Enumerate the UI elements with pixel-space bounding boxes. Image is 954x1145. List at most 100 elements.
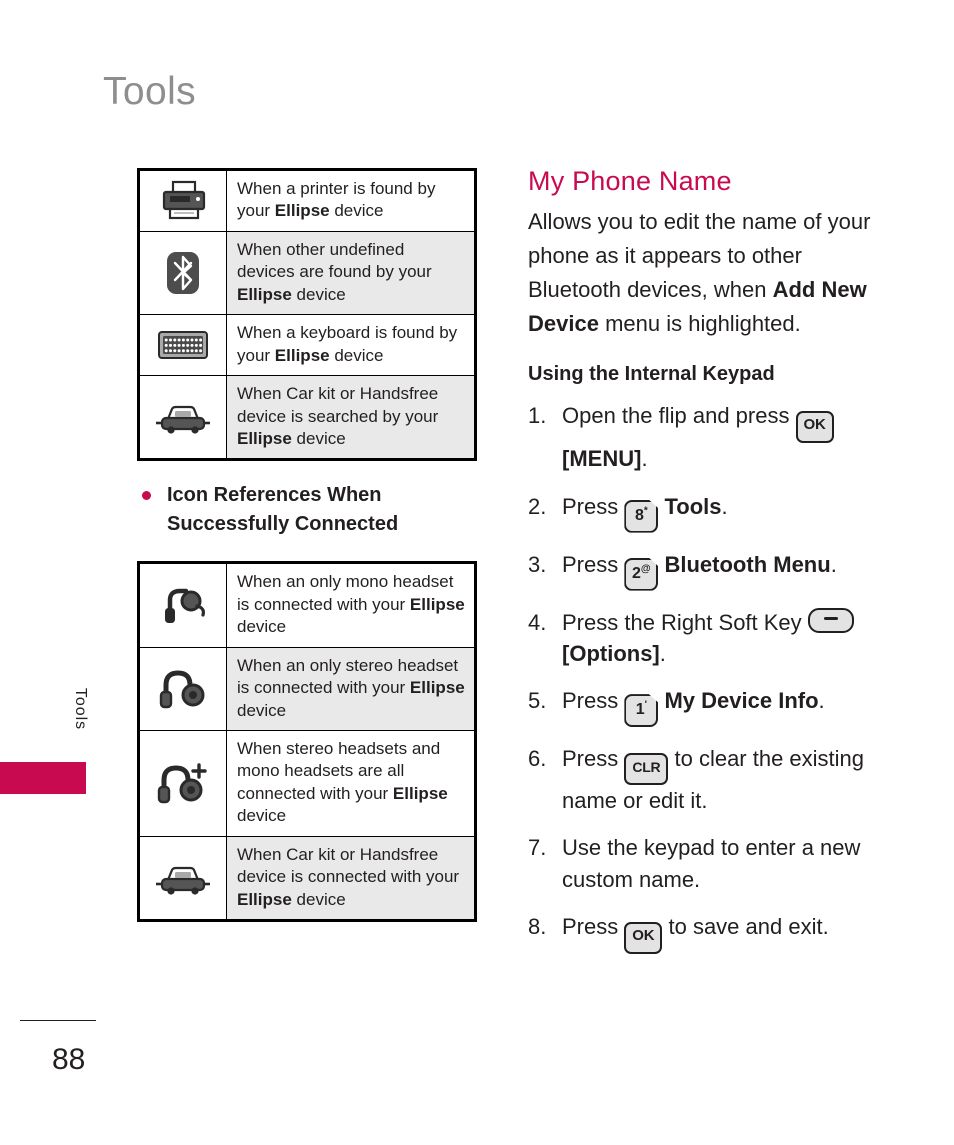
left-column: When a printer is found by your Ellipse … — [137, 168, 477, 923]
right-soft-key-icon — [807, 607, 854, 633]
step-number: 5. — [528, 688, 547, 714]
description-suffix: device — [237, 700, 287, 720]
table-cell-description: When stereo headsets and mono headsets a… — [226, 730, 476, 837]
clr-key-icon: CLR — [624, 753, 669, 786]
bluetooth-connected-icon-table: When an only mono headset is connected w… — [137, 561, 477, 923]
device-name-bold: Ellipse — [409, 594, 465, 614]
ok-key-icon: OK — [795, 411, 834, 444]
connected-table-wrap: When an only mono headset is connected w… — [137, 561, 477, 923]
section-intro-paragraph: Allows you to edit the name of your phon… — [528, 205, 878, 341]
step-number: 4. — [528, 609, 547, 635]
device-name-bold: Ellipse — [392, 783, 448, 803]
soft-key-dash-icon — [823, 616, 838, 620]
step-item-3: 3. Press 2@ Bluetooth Menu. — [528, 549, 878, 591]
side-tab-accent-block — [0, 762, 86, 794]
table-cell-description: When an only stereo headset is connected… — [226, 646, 476, 732]
step-number: 1. — [528, 403, 547, 429]
step-text-before-key: Use the keypad to enter a new custom nam… — [562, 835, 861, 892]
step-text-before-key: Open the flip and press — [562, 403, 796, 429]
description-prefix: When Car kit or Handsfree device is sear… — [237, 384, 439, 426]
step-number: 3. — [528, 551, 547, 577]
description-prefix: When Car kit or Handsfree device is conn… — [237, 844, 460, 887]
printer-icon — [138, 169, 227, 232]
step-text-after-key: . — [659, 640, 666, 666]
step-emphasis: Tools — [664, 493, 722, 519]
mono-headset-icon — [138, 562, 227, 648]
key-secondary-symbol: * — [643, 505, 648, 517]
step-number: 2. — [528, 493, 547, 519]
section-subheading: Using the Internal Keypad — [528, 363, 775, 386]
keyboard-icon — [138, 314, 227, 377]
device-name-bold: Ellipse — [237, 889, 292, 909]
step-text-before-key: Press — [562, 688, 625, 714]
step-item-6: 6. Press CLR to clear the existing name o… — [528, 743, 878, 816]
car-icon — [138, 835, 227, 922]
step-emphasis: [Options] — [562, 640, 660, 666]
page-title: Tools — [103, 70, 197, 113]
device-name-bold: Ellipse — [274, 201, 330, 221]
step-text-after-key: . — [830, 551, 837, 577]
bluetooth-found-icon-table: When a printer is found by your Ellipse … — [137, 168, 477, 462]
footer-divider — [20, 1020, 96, 1021]
table-row: When a keyboard is found by your Ellipse… — [138, 314, 476, 377]
device-name-bold: Ellipse — [409, 678, 465, 698]
step-text-before-key: Press the Right Soft Key — [562, 609, 808, 635]
table-cell-description: When Car kit or Handsfree device is sear… — [226, 375, 476, 461]
key-8-icon: 8* — [624, 499, 659, 533]
step-emphasis: My Device Info — [664, 688, 819, 714]
ok-key-icon: OK — [624, 921, 663, 954]
table-cell-description: When an only mono headset is connected w… — [226, 562, 476, 648]
device-name-bold: Ellipse — [237, 284, 292, 304]
key-2-icon: 2@ — [624, 557, 659, 591]
table-cell-description: When other undefined devices are found b… — [226, 230, 476, 316]
step-text-after-key: to save and exit. — [668, 913, 829, 939]
step-text-before-key: Press — [562, 551, 625, 577]
key-secondary-symbol: @ — [640, 563, 651, 575]
step-item-7: 7. Use the keypad to enter a new custom n… — [528, 832, 878, 894]
side-tab-chapter-label: Tools — [72, 687, 89, 731]
car-icon — [138, 375, 227, 461]
step-text-before-key: Press — [562, 913, 625, 939]
step-item-4: 4. Press the Right Soft Key [Options]. — [528, 607, 878, 669]
section-heading: My Phone Name — [528, 166, 732, 196]
table-row: When Car kit or Handsfree device is conn… — [138, 835, 476, 922]
step-item-2: 2. Press 8* Tools. — [528, 491, 878, 533]
description-suffix: device — [329, 345, 384, 365]
table-row: When an only mono headset is connected w… — [138, 562, 476, 648]
key-1-icon: 1' — [624, 694, 659, 728]
description-suffix: device — [329, 201, 384, 221]
description-suffix: device — [291, 889, 346, 909]
step-text-before-key: Press — [562, 493, 625, 519]
step-item-1: 1. Open the flip and press OK [MENU]. — [528, 400, 878, 474]
table-row: When stereo headsets and mono headsets a… — [138, 730, 476, 837]
table-row: When Car kit or Handsfree device is sear… — [138, 375, 476, 461]
stereo-headset-icon — [138, 646, 227, 732]
page-number: 88 — [52, 1043, 86, 1076]
step-emphasis: Bluetooth Menu — [664, 551, 831, 577]
stereo-mono-headset-icon — [138, 730, 227, 837]
step-number: 8. — [528, 913, 547, 939]
step-number: 6. — [528, 746, 547, 772]
table-cell-description: When Car kit or Handsfree device is conn… — [226, 835, 476, 922]
step-text-after-key: . — [721, 493, 728, 519]
step-item-8: 8. Press OK to save and exit. — [528, 911, 878, 954]
description-suffix: device — [291, 284, 346, 304]
description-suffix: device — [237, 806, 287, 826]
found-table-body: When a printer is found by your Ellipse … — [138, 169, 476, 461]
description-suffix: device — [237, 617, 287, 637]
bluetooth-icon — [138, 230, 227, 316]
step-text-after-key: . — [641, 446, 648, 472]
description-suffix: device — [291, 428, 346, 448]
table-row: When an only stereo headset is connected… — [138, 646, 476, 732]
step-emphasis: [MENU] — [562, 446, 642, 472]
right-column: My Phone Name Allows you to edit the nam… — [528, 166, 878, 970]
table-cell-description: When a printer is found by your Ellipse … — [226, 169, 476, 232]
connected-table-body: When an only mono headset is connected w… — [138, 562, 476, 922]
icon-references-bullet-label: Icon References When Successfully Connec… — [167, 484, 399, 536]
table-cell-description: When a keyboard is found by your Ellipse… — [226, 314, 476, 377]
step-item-5: 5. Press 1' My Device Info. — [528, 685, 878, 728]
section-intro-part2: menu is highlighted. — [598, 311, 801, 337]
table-row: When other undefined devices are found b… — [138, 230, 476, 316]
icon-references-bullet: Icon References When Successfully Connec… — [137, 481, 477, 539]
table-row: When a printer is found by your Ellipse … — [138, 169, 476, 232]
